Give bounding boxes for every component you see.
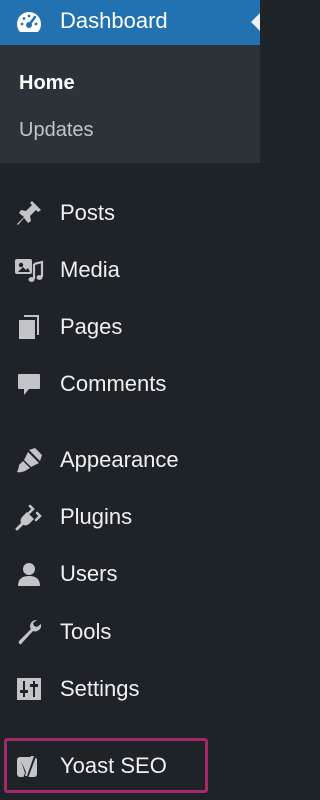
menu-item-yoast-seo[interactable]: Yoast SEO: [0, 743, 260, 789]
menu-item-label: Tools: [60, 619, 112, 644]
menu-item-label: Posts: [60, 200, 116, 225]
submenu-item-updates[interactable]: Updates: [19, 117, 94, 143]
menu-item-users[interactable]: Users: [0, 551, 260, 597]
user-icon: [14, 559, 44, 589]
menu-item-comments[interactable]: Comments: [0, 361, 260, 407]
menu-item-dashboard[interactable]: Dashboard: [0, 0, 260, 45]
dashboard-submenu: Home Updates: [0, 45, 260, 163]
plug-icon: [14, 502, 44, 532]
menu-item-settings[interactable]: Settings: [0, 666, 260, 712]
yoast-logo-icon: [14, 751, 44, 781]
sliders-icon: [14, 674, 44, 704]
pages-icon: [14, 312, 44, 342]
menu-item-appearance[interactable]: Appearance: [0, 437, 260, 483]
current-menu-arrow: [251, 13, 260, 31]
menu-item-label: Plugins: [60, 504, 133, 529]
menu-item-pages[interactable]: Pages: [0, 304, 260, 350]
menu-item-tools[interactable]: Tools: [0, 609, 260, 655]
menu-item-label: Comments: [60, 371, 167, 396]
dashboard-gauge-icon: [14, 9, 44, 35]
menu-item-label: Users: [60, 561, 118, 586]
paintbrush-icon: [14, 445, 44, 475]
media-icon: [14, 255, 44, 285]
menu-item-label: Dashboard: [60, 8, 168, 33]
menu-item-label: Yoast SEO: [60, 753, 167, 778]
menu-item-label: Media: [60, 257, 120, 282]
menu-item-posts[interactable]: Posts: [0, 190, 260, 236]
menu-item-label: Appearance: [60, 447, 179, 472]
comment-bubble-icon: [14, 369, 44, 399]
wrench-icon: [14, 617, 44, 647]
menu-item-media[interactable]: Media: [0, 247, 260, 293]
menu-item-plugins[interactable]: Plugins: [0, 494, 260, 540]
admin-sidebar-menu: Dashboard Home Updates Posts Media Pages…: [0, 0, 260, 800]
menu-item-label: Pages: [60, 314, 123, 339]
menu-item-label: Settings: [60, 676, 140, 701]
pushpin-icon: [14, 198, 44, 228]
submenu-item-home[interactable]: Home: [19, 70, 75, 96]
